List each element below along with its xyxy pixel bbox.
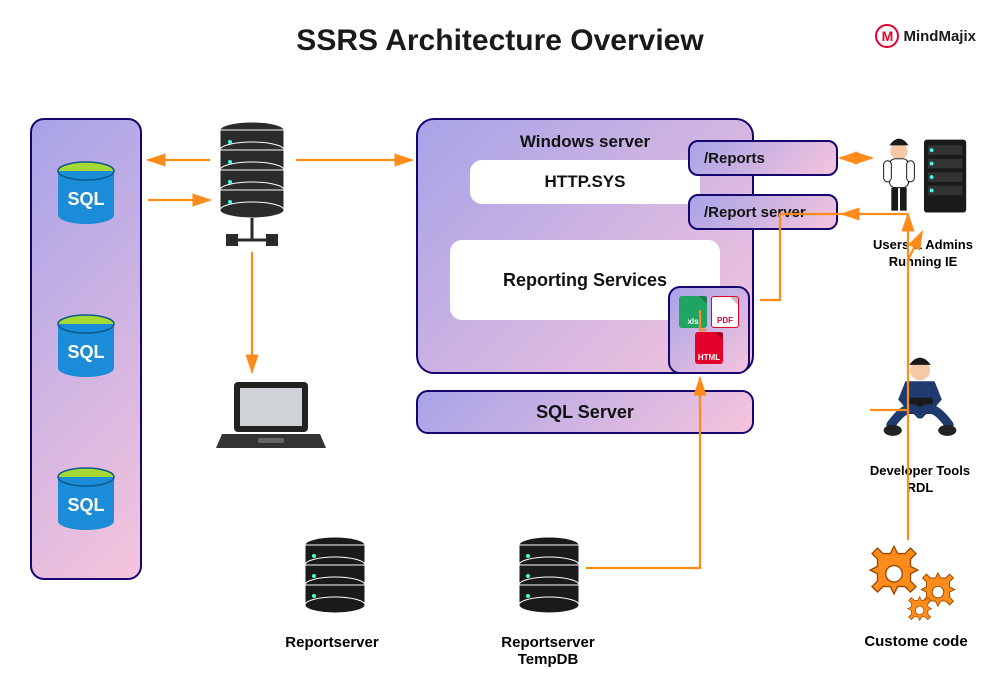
svg-text:SQL: SQL	[67, 189, 104, 209]
sql-database-icon: SQL	[53, 161, 119, 231]
reportserver-tempdb-icon	[512, 536, 586, 628]
users-admins-label-2: Running IE	[889, 254, 958, 269]
brand-logo: M MindMajix	[875, 24, 976, 48]
html-file-icon: HTML	[695, 332, 723, 364]
custom-code: Custome code	[856, 540, 976, 650]
sql-database-icon: SQL	[53, 467, 119, 537]
reportserver-tempdb-label: ReportserverTempDB	[478, 634, 618, 668]
brand-logo-icon: M	[875, 24, 899, 48]
users-admins-icon	[868, 130, 978, 226]
page-title: SSRS Architecture Overview	[296, 24, 703, 58]
gears-icon	[861, 540, 971, 624]
data-source-server-icon	[212, 120, 292, 230]
sql-database-icon: SQL	[53, 314, 119, 384]
brand-name: MindMajix	[903, 28, 976, 45]
custom-code-label: Custome code	[856, 633, 976, 650]
http-sys-box: HTTP.SYS	[470, 160, 700, 204]
svg-text:SQL: SQL	[67, 495, 104, 515]
developer-icon	[865, 354, 975, 454]
users-admins: Users & Admins Running IE	[868, 130, 978, 271]
laptop-icon	[216, 378, 326, 458]
reportserver-db-label: Reportserver	[262, 634, 402, 651]
svg-text:SQL: SQL	[67, 342, 104, 362]
output-files-box: xls PDF HTML	[668, 286, 750, 374]
sql-databases-panel: SQL SQL SQL	[30, 118, 142, 580]
reports-endpoint: /Reports	[688, 140, 838, 176]
xls-file-icon: xls	[679, 296, 707, 328]
sql-server-bar: SQL Server	[416, 390, 754, 434]
users-admins-label-1: Users & Admins	[873, 237, 973, 252]
developer: Developer Tools RDL	[860, 354, 980, 497]
reportserver-db-icon	[298, 536, 372, 628]
report-server-endpoint: /Report server	[688, 194, 838, 230]
pdf-file-icon: PDF	[711, 296, 739, 328]
developer-label-1: Developer Tools	[870, 463, 970, 478]
developer-label-2: RDL	[907, 480, 934, 495]
